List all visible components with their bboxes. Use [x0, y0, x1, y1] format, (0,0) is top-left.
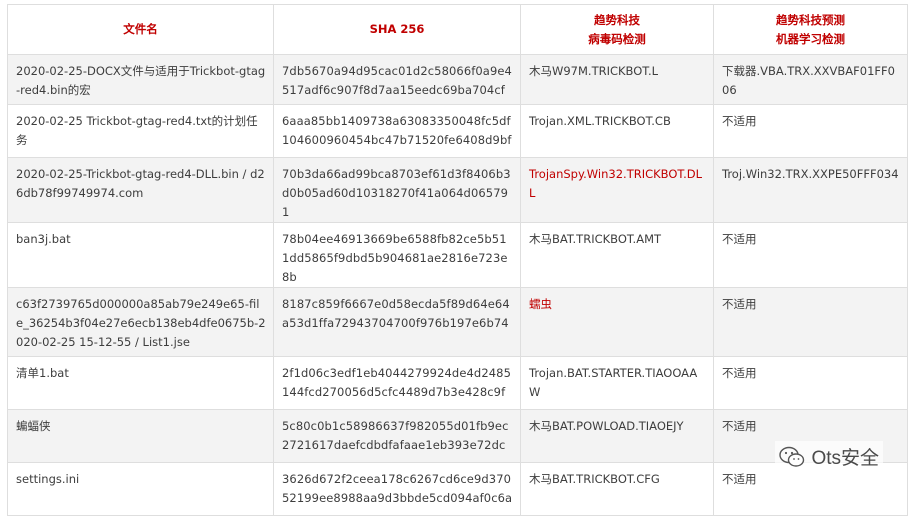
cell-sha256: 8187c859f6667e0d58ecda5f89d64e64a53d1ffa…	[273, 287, 521, 357]
cell-filename: 2020-02-25-DOCX文件与适用于Trickbot-gtag-red4.…	[7, 54, 274, 105]
cell-pattern: TrojanSpy.Win32.TRICKBOT.DLL	[520, 157, 714, 223]
cell-sha256: 5c80c0b1c58986637f982055d01fb9ec2721617d…	[273, 409, 521, 463]
header-sha256-label: SHA 256	[369, 22, 425, 36]
cell-sha256: 70b3da66ad99bca8703ef61d3f8406b3d0b05ad6…	[273, 157, 521, 223]
cell-pattern: 木马BAT.POWLOAD.TIAOEJY	[520, 409, 714, 463]
cell-pattern: Trojan.BAT.STARTER.TIAOOAAW	[520, 356, 714, 410]
table-row: 清单1.bat 2f1d06c3edf1eb4044279924de4d2485…	[7, 356, 908, 410]
cell-ml: 不适用	[713, 356, 908, 410]
header-pattern-line1: 趋势科技	[594, 12, 640, 27]
cell-pattern: 木马W97M.TRICKBOT.L	[520, 54, 714, 105]
cell-ml: 不适用	[713, 104, 908, 158]
cell-ml: Troj.Win32.TRX.XXPE50FFF034	[713, 157, 908, 223]
header-pattern-line2: 病毒码检测	[588, 31, 646, 46]
header-ml-detection: 趋势科技预测 机器学习检测	[713, 4, 908, 55]
table-row: ban3j.bat 78b04ee46913669be6588fb82ce5b5…	[7, 222, 908, 288]
cell-sha256: 78b04ee46913669be6588fb82ce5b511dd5865f9…	[273, 222, 521, 288]
article-table-image: 文件名 SHA 256 趋势科技 病毒码检测 趋势科技预测 机器学习检测 202…	[0, 0, 911, 516]
table-row: c63f2739765d000000a85ab79e249e65-file_36…	[7, 287, 908, 357]
cell-ml: 下载器.VBA.TRX.XXVBAF01FF006	[713, 54, 908, 105]
cell-filename: ban3j.bat	[7, 222, 274, 288]
cell-filename: settings.ini	[7, 462, 274, 516]
table-header-row: 文件名 SHA 256 趋势科技 病毒码检测 趋势科技预测 机器学习检测	[7, 4, 908, 55]
header-ml-line2: 机器学习检测	[776, 31, 845, 46]
ioc-table: 文件名 SHA 256 趋势科技 病毒码检测 趋势科技预测 机器学习检测 202…	[7, 4, 908, 516]
cell-sha256: 2f1d06c3edf1eb4044279924de4d2485144fcd27…	[273, 356, 521, 410]
header-ml-line1: 趋势科技预测	[776, 12, 845, 27]
table-row: 2020-02-25 Trickbot-gtag-red4.txt的计划任务 6…	[7, 104, 908, 158]
cell-sha256: 6aaa85bb1409738a63083350048fc5df10460096…	[273, 104, 521, 158]
cell-ml: 不适用	[713, 287, 908, 357]
cell-filename: 蝙蝠侠	[7, 409, 274, 463]
cell-filename: 清单1.bat	[7, 356, 274, 410]
cell-pattern: Trojan.XML.TRICKBOT.CB	[520, 104, 714, 158]
cell-pattern: 木马BAT.TRICKBOT.CFG	[520, 462, 714, 516]
wechat-icon	[779, 446, 805, 468]
cell-pattern: 蠕虫	[520, 287, 714, 357]
cell-filename: c63f2739765d000000a85ab79e249e65-file_36…	[7, 287, 274, 357]
table-row: 2020-02-25-DOCX文件与适用于Trickbot-gtag-red4.…	[7, 54, 908, 105]
header-pattern-detection: 趋势科技 病毒码检测	[520, 4, 714, 55]
cell-sha256: 7db5670a94d95cac01d2c58066f0a9e4517adf6c…	[273, 54, 521, 105]
watermark-text: Ots安全	[811, 448, 879, 469]
table-row: 蝙蝠侠 5c80c0b1c58986637f982055d01fb9ec2721…	[7, 409, 908, 463]
cell-filename: 2020-02-25-Trickbot-gtag-red4-DLL.bin / …	[7, 157, 274, 223]
header-sha256: SHA 256	[273, 4, 521, 55]
header-filename-label: 文件名	[123, 22, 158, 36]
watermark: Ots安全	[775, 441, 883, 472]
header-filename: 文件名	[7, 4, 274, 55]
cell-pattern: 木马BAT.TRICKBOT.AMT	[520, 222, 714, 288]
table-row: 2020-02-25-Trickbot-gtag-red4-DLL.bin / …	[7, 157, 908, 223]
table-row: settings.ini 3626d672f2ceea178c6267cd6ce…	[7, 462, 908, 516]
cell-ml: 不适用	[713, 222, 908, 288]
cell-sha256: 3626d672f2ceea178c6267cd6ce9d37052199ee8…	[273, 462, 521, 516]
cell-filename: 2020-02-25 Trickbot-gtag-red4.txt的计划任务	[7, 104, 274, 158]
